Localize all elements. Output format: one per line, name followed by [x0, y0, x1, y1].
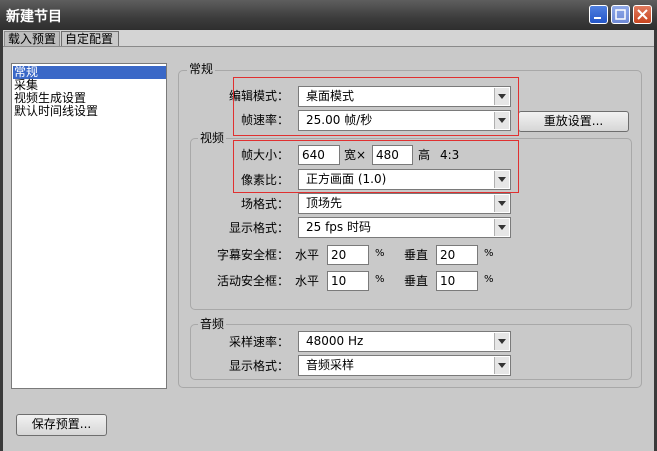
chevron-down-icon	[498, 339, 506, 344]
fields-select[interactable]: 顶场先	[298, 193, 511, 214]
chevron-down-icon	[498, 225, 506, 230]
highlight-box-video	[233, 140, 519, 193]
settings-category-list[interactable]: 常规 采集 视频生成设置 默认时间线设置	[11, 63, 167, 389]
action-safe-h-input[interactable]: 10	[327, 271, 369, 291]
tab-load-preset[interactable]: 载入预置	[4, 31, 60, 46]
audio-display-format-dropdown-arrow[interactable]	[494, 357, 509, 374]
display-format-label: 显示格式：	[228, 221, 289, 235]
sample-rate-value: 48000 Hz	[306, 334, 364, 348]
tab-divider	[3, 46, 654, 47]
title-bar: 新建节目	[0, 0, 657, 30]
title-safe-v-input[interactable]: 20	[436, 245, 478, 265]
fields-dropdown-arrow[interactable]	[494, 195, 509, 212]
general-legend: 常规	[187, 62, 216, 76]
title-safe-h-percent: %	[375, 248, 385, 259]
video-legend: 视频	[198, 131, 227, 145]
sample-rate-label: 采样速率：	[228, 335, 289, 349]
action-safe-v-percent: %	[484, 274, 494, 285]
fields-value: 顶场先	[306, 196, 343, 210]
display-format-value: 25 fps 时码	[306, 220, 371, 234]
audio-display-format-label: 显示格式：	[228, 359, 289, 373]
highlight-box-general	[233, 77, 519, 136]
minimize-button[interactable]	[589, 5, 608, 24]
sample-rate-dropdown-arrow[interactable]	[494, 333, 509, 350]
title-safe-label: 字幕安全框：	[216, 248, 289, 262]
save-preset-button[interactable]: 保存预置...	[16, 414, 107, 436]
title-safe-v-percent: %	[484, 248, 494, 259]
window-frame-left	[0, 30, 3, 451]
audio-display-format-value: 音频采样	[306, 358, 355, 372]
action-safe-h-label: 水平	[295, 274, 320, 288]
maximize-icon	[615, 9, 626, 20]
title-safe-h-input[interactable]: 20	[327, 245, 369, 265]
sample-rate-select[interactable]: 48000 Hz	[298, 331, 511, 352]
fields-label: 场格式：	[240, 197, 289, 211]
action-safe-h-percent: %	[375, 274, 385, 285]
close-button[interactable]	[633, 5, 652, 24]
display-format-dropdown-arrow[interactable]	[494, 219, 509, 236]
title-safe-h-label: 水平	[295, 248, 320, 262]
tab-custom-settings[interactable]: 自定配置	[61, 31, 119, 46]
maximize-button[interactable]	[611, 5, 630, 24]
title-safe-v-label: 垂直	[404, 248, 429, 262]
action-safe-v-input[interactable]: 10	[436, 271, 478, 291]
chevron-down-icon	[498, 201, 506, 206]
chevron-down-icon	[498, 363, 506, 368]
display-format-select[interactable]: 25 fps 时码	[298, 217, 511, 238]
window-title: 新建节目	[6, 9, 62, 25]
audio-legend: 音频	[198, 317, 227, 331]
close-icon	[637, 9, 648, 20]
action-safe-label: 活动安全框：	[216, 274, 289, 288]
action-safe-v-label: 垂直	[404, 274, 429, 288]
minimize-icon	[594, 17, 601, 19]
audio-display-format-select[interactable]: 音频采样	[298, 355, 511, 376]
sidebar-item-default-timeline[interactable]: 默认时间线设置	[13, 105, 166, 118]
reset-settings-button[interactable]: 重放设置...	[518, 111, 629, 132]
